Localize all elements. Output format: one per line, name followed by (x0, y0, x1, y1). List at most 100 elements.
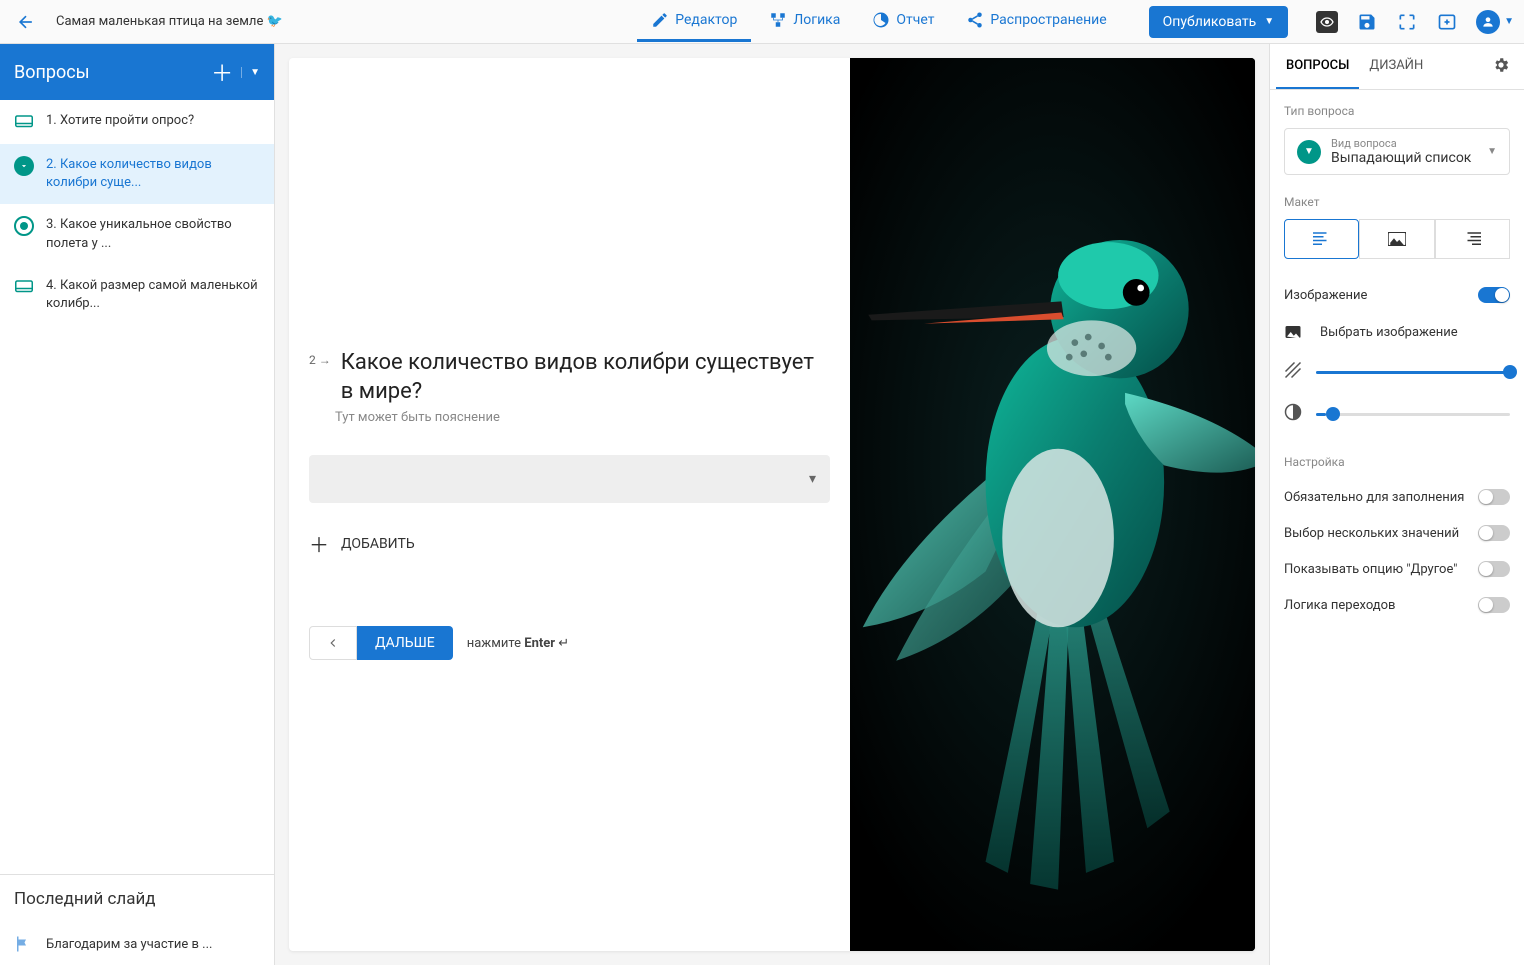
question-item-label: 4. Какой размер самой маленькой колибр..… (46, 277, 260, 313)
tab-editor-label: Редактор (675, 12, 737, 28)
preview-area: 2 → Какое количество видов колибри сущес… (275, 44, 1269, 965)
pencil-icon (651, 11, 669, 29)
question-image[interactable] (850, 58, 1255, 951)
brightness-slider[interactable] (1316, 413, 1510, 416)
image-icon (1388, 232, 1406, 246)
keyboard-hint: нажмите Enter ↵ (467, 636, 569, 651)
required-label: Обязательно для заполнения (1284, 490, 1464, 505)
add-option-button[interactable]: ＋ ДОБАВИТЬ (309, 521, 830, 566)
preview-card: 2 → Какое количество видов колибри сущес… (289, 58, 1255, 951)
opacity-slider[interactable] (1316, 371, 1510, 374)
plus-icon: ＋ (309, 529, 329, 558)
fullscreen-button[interactable] (1396, 11, 1418, 33)
question-item-4[interactable]: 4. Какой размер самой маленькой колибр..… (0, 265, 274, 325)
texture-icon (1284, 361, 1302, 383)
caret-down-icon: ▼ (1264, 16, 1274, 27)
next-button[interactable]: ДАЛЬШЕ (357, 626, 453, 660)
last-slide-item[interactable]: Благодарим за участие в ... (0, 923, 274, 965)
main-nav: Редактор Логика Отчет Распространение (637, 1, 1120, 42)
back-button[interactable] (10, 6, 42, 38)
add-question-button[interactable]: ＋ (211, 56, 233, 88)
prev-button[interactable] (309, 626, 357, 660)
question-description-input[interactable]: Тут может быть пояснение (335, 410, 830, 425)
preview-button[interactable] (1316, 11, 1338, 33)
save-button[interactable] (1356, 11, 1378, 33)
form-icon (14, 112, 34, 132)
image-toggle-label: Изображение (1284, 288, 1367, 303)
header-toolbar: ▼ (1316, 10, 1514, 34)
panel-tabs: ВОПРОСЫ ДИЗАЙН (1270, 44, 1524, 90)
pick-image-button[interactable]: Выбрать изображение (1284, 313, 1510, 351)
add-option-label: ДОБАВИТЬ (341, 536, 415, 552)
questions-sidebar: Вопросы ＋ ▼ 1. Хотите пройти опрос? (0, 44, 275, 965)
question-number: 2 → (309, 353, 331, 367)
other-toggle[interactable] (1478, 561, 1510, 577)
align-left-icon (1313, 232, 1331, 246)
header: Самая маленькая птица на земле 🐦 Редакто… (0, 0, 1524, 44)
hummingbird-image (850, 58, 1255, 951)
share-icon (966, 11, 984, 29)
question-item-label: 2. Какое количество видов колибри суще..… (46, 156, 260, 192)
section-layout-label: Макет (1284, 195, 1510, 209)
dropdown-icon: ▼ (1297, 140, 1321, 164)
image-toggle-row: Изображение (1284, 277, 1510, 313)
caret-down-icon: ▼ (1487, 146, 1497, 157)
multi-toggle[interactable] (1478, 525, 1510, 541)
tab-logic[interactable]: Логика (755, 1, 854, 42)
layout-right[interactable] (1435, 219, 1510, 259)
question-item-1[interactable]: 1. Хотите пройти опрос? (0, 100, 274, 144)
sidebar-header: Вопросы ＋ ▼ (0, 44, 274, 100)
layout-image[interactable] (1359, 219, 1434, 259)
user-menu[interactable]: ▼ (1476, 10, 1514, 34)
user-avatar-icon (1476, 10, 1500, 34)
required-toggle[interactable] (1478, 489, 1510, 505)
section-settings-label: Настройка (1284, 455, 1510, 469)
type-main-label: Выпадающий список (1331, 150, 1477, 166)
logic-toggle[interactable] (1478, 597, 1510, 613)
question-list: 1. Хотите пройти опрос? 2. Какое количес… (0, 100, 274, 874)
form-icon (14, 277, 34, 297)
layout-left[interactable] (1284, 219, 1359, 259)
question-item-2[interactable]: 2. Какое количество видов колибри суще..… (0, 144, 274, 204)
publish-button[interactable]: Опубликовать ▼ (1149, 6, 1288, 38)
tab-distribute[interactable]: Распространение (952, 1, 1120, 42)
add-question-menu[interactable]: ▼ (241, 67, 260, 78)
pie-icon (872, 11, 890, 29)
layout-options (1284, 219, 1510, 259)
flow-icon (769, 11, 787, 29)
tab-report-label: Отчет (896, 12, 934, 28)
dropdown-icon (14, 156, 34, 176)
question-item-3[interactable]: 3. Какое уникальное свойство полета у ..… (0, 204, 274, 264)
align-right-icon (1463, 232, 1481, 246)
publish-label: Опубликовать (1163, 14, 1257, 30)
survey-title[interactable]: Самая маленькая птица на земле 🐦 (56, 14, 356, 29)
question-title-input[interactable]: Какое количество видов колибри существуе… (341, 349, 830, 406)
other-label: Показывать опцию "Другое" (1284, 562, 1457, 577)
add-panel-button[interactable] (1436, 11, 1458, 33)
settings-gear-button[interactable] (1492, 56, 1510, 78)
sidebar-title: Вопросы (14, 62, 90, 83)
image-icon (1284, 323, 1302, 341)
type-small-label: Вид вопроса (1331, 137, 1477, 150)
gear-icon (1492, 56, 1510, 74)
image-toggle[interactable] (1478, 287, 1510, 303)
question-item-label: 1. Хотите пройти опрос? (46, 112, 194, 130)
flag-icon (14, 935, 32, 953)
answer-dropdown[interactable]: ▾ (309, 455, 830, 503)
tab-editor[interactable]: Редактор (637, 1, 751, 42)
opacity-slider-row (1284, 351, 1510, 393)
caret-down-icon: ▾ (809, 471, 816, 487)
tab-panel-design[interactable]: ДИЗАЙН (1359, 44, 1433, 89)
brightness-slider-row (1284, 393, 1510, 435)
tab-panel-questions[interactable]: ВОПРОСЫ (1276, 44, 1359, 89)
question-type-selector[interactable]: ▼ Вид вопроса Выпадающий список ▼ (1284, 128, 1510, 175)
logic-label: Логика переходов (1284, 598, 1395, 613)
tab-logic-label: Логика (793, 12, 840, 28)
chevron-left-icon (326, 636, 340, 650)
tab-distribute-label: Распространение (990, 12, 1106, 28)
multi-label: Выбор нескольких значений (1284, 526, 1459, 541)
caret-down-icon: ▼ (1504, 16, 1514, 27)
tab-report[interactable]: Отчет (858, 1, 948, 42)
contrast-icon (1284, 403, 1302, 425)
cursor-icon (779, 383, 801, 417)
